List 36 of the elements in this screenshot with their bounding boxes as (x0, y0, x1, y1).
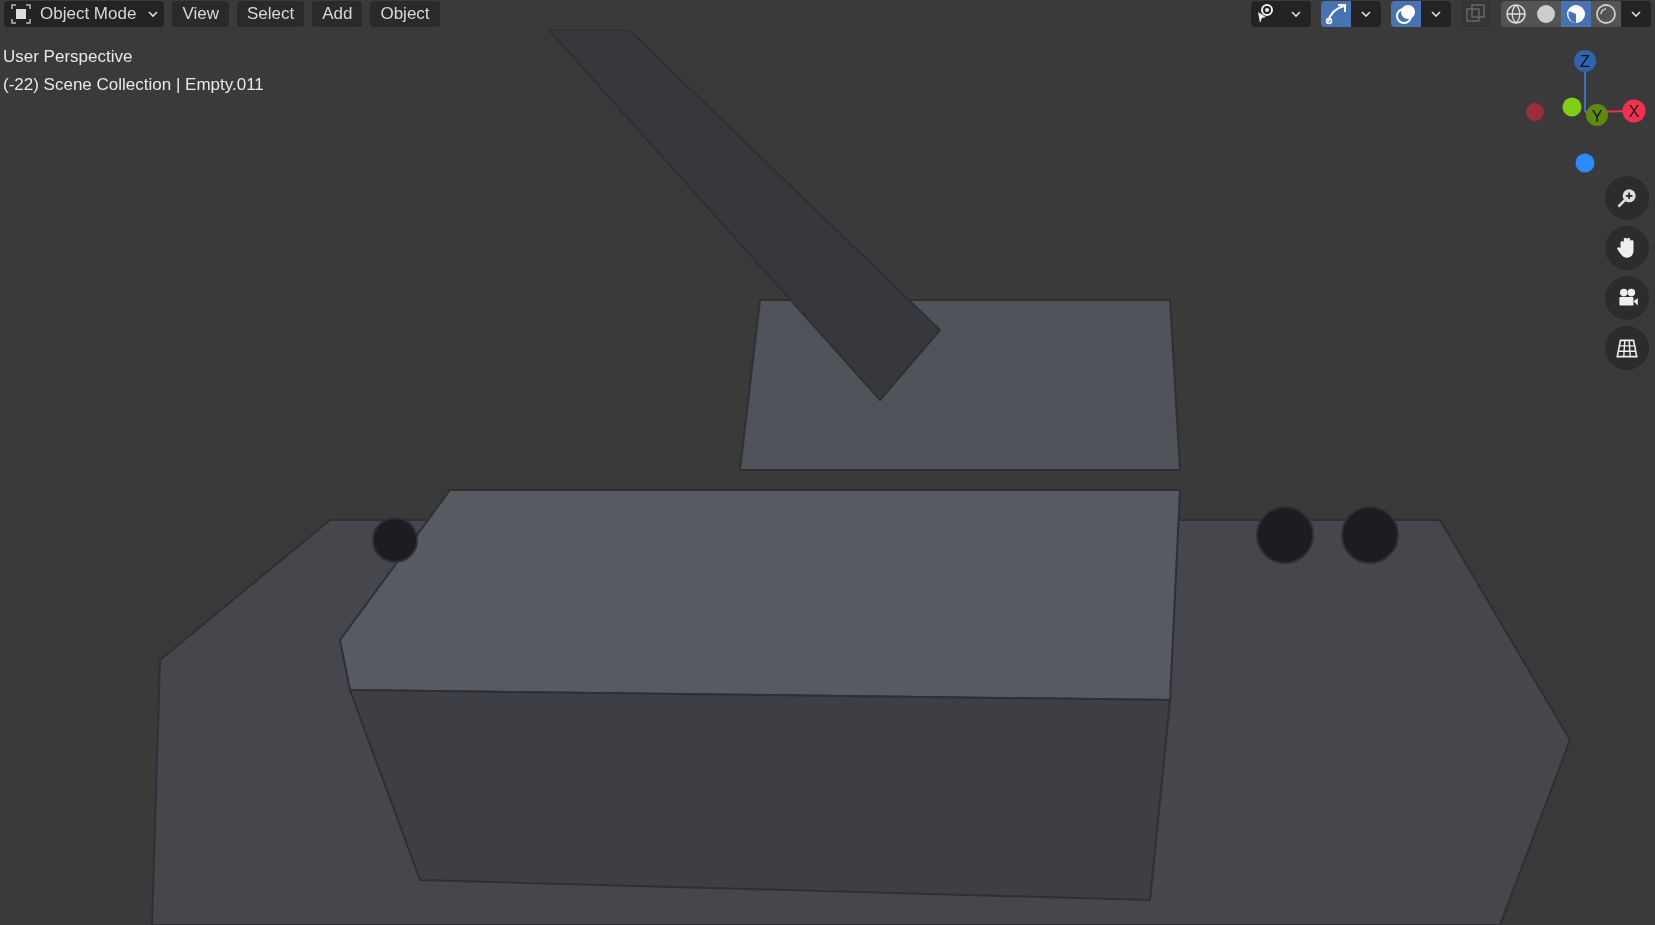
menu-button[interactable]: View (172, 1, 229, 27)
glossy-sphere-icon (1594, 2, 1618, 26)
toggle-button[interactable] (1251, 1, 1281, 27)
object-mode-icon (10, 3, 32, 25)
solid-sphere-icon (1534, 2, 1558, 26)
dropdown-button[interactable] (1421, 1, 1451, 27)
viewport-info-text: (-22) Scene Collection | Empty.011 (3, 74, 264, 96)
toggle-button[interactable] (1391, 1, 1421, 27)
dropdown-button[interactable] (1351, 1, 1381, 27)
arrow-curve-icon (1324, 2, 1348, 26)
toggle-button[interactable] (1461, 1, 1491, 27)
menu-button[interactable]: Add (312, 1, 363, 27)
shading-button[interactable] (1561, 1, 1591, 27)
chevron-down-icon (1631, 10, 1641, 18)
chevron-down-icon (1431, 10, 1441, 18)
menu-button[interactable]: Select (236, 1, 305, 27)
shading-button[interactable] (1501, 1, 1531, 27)
chevron-down-icon (1361, 10, 1371, 18)
chevron-down-icon (148, 10, 159, 18)
overlapping-circles-icon (1394, 2, 1418, 26)
mode-dropdown[interactable]: Object Mode (4, 1, 165, 27)
axis-gizmo-drawing[interactable]: Z Y X (1515, 45, 1655, 185)
viewport-info-text: User Perspective (3, 46, 134, 68)
navigation-button[interactable] (1605, 276, 1649, 320)
wireframe-sphere-icon (1504, 2, 1528, 26)
chevron-down-icon (1291, 10, 1301, 18)
shaded-sphere-icon (1564, 2, 1588, 26)
toggle-button[interactable] (1321, 1, 1351, 27)
dropdown-button[interactable] (1621, 1, 1651, 27)
shading-button[interactable] (1531, 1, 1561, 27)
navigation-button[interactable] (1605, 226, 1649, 270)
shading-button[interactable] (1591, 1, 1621, 27)
navigation-button[interactable] (1605, 176, 1649, 220)
navigation-button[interactable] (1605, 326, 1649, 370)
menu-button[interactable]: Object (370, 1, 440, 27)
dropdown-button[interactable] (1281, 1, 1311, 27)
